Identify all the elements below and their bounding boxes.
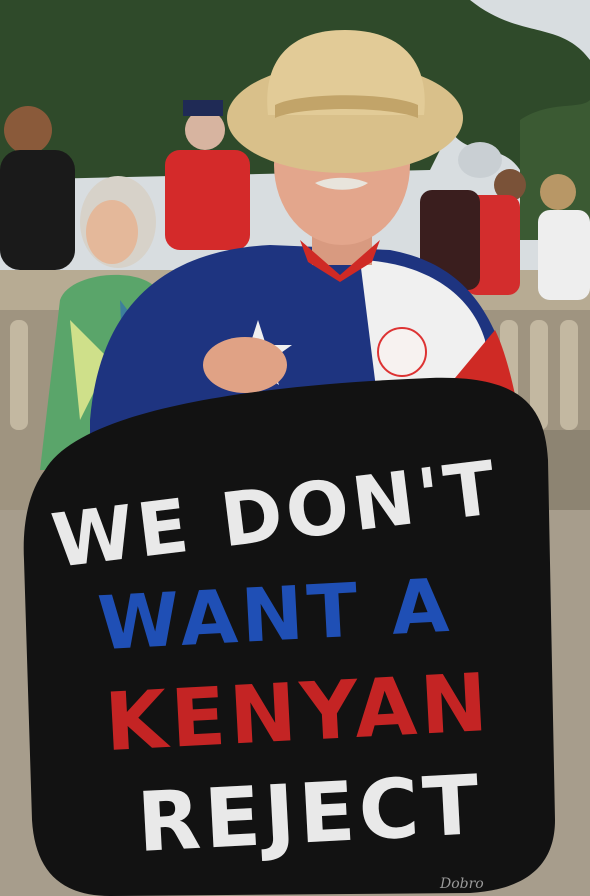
artist-signature: Dobro (439, 876, 484, 892)
campaign-button (377, 327, 427, 377)
photo-scene: WE DON'T WANT A KENYAN REJECT Dobro (0, 0, 590, 896)
sign-line-4: REJECT (135, 758, 485, 871)
left-hand (203, 337, 287, 393)
dome-building (458, 142, 502, 178)
